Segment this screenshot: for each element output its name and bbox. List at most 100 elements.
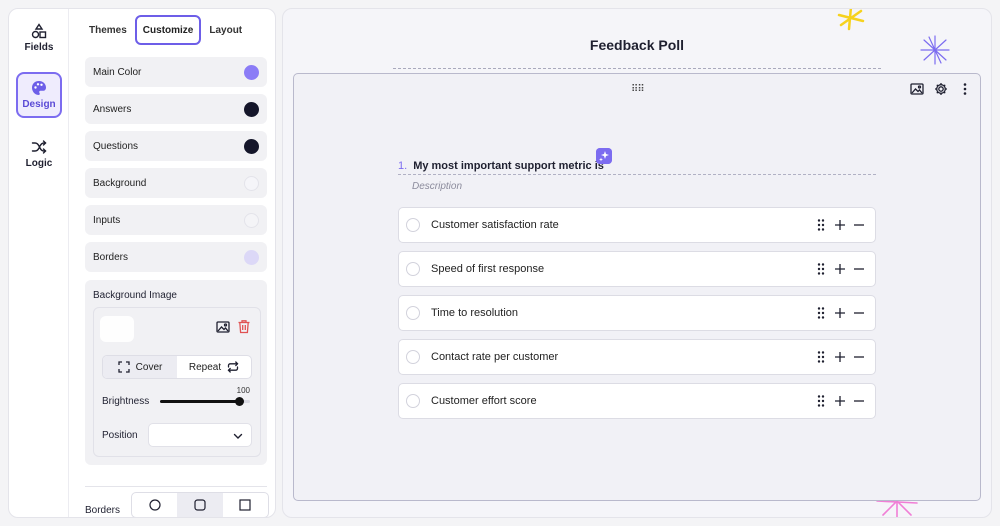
question-title[interactable]: 1. My most important support metric is xyxy=(398,160,604,172)
rail-item-label: Logic xyxy=(25,158,53,169)
inputs-color-row[interactable]: Inputs xyxy=(85,205,267,235)
design-panel: Fields Design Logic Themes Customize Lay… xyxy=(8,8,276,518)
repeat-option[interactable]: Repeat xyxy=(177,356,251,378)
cover-label: Cover xyxy=(135,361,163,373)
plus-icon[interactable] xyxy=(834,394,846,408)
question-underline xyxy=(398,174,876,175)
answers-color-swatch[interactable] xyxy=(244,101,259,117)
background-image-controls: Cover Repeat Brightness 100 Position xyxy=(93,307,261,457)
drag-handle-icon[interactable] xyxy=(815,350,827,364)
sparkle-decoration-icon xyxy=(837,9,865,31)
main-color-row[interactable]: Main Color xyxy=(85,57,267,87)
background-color-swatch[interactable] xyxy=(244,175,259,191)
brightness-slider-fill xyxy=(160,400,239,403)
minus-icon[interactable] xyxy=(853,218,865,232)
brightness-value: 100 xyxy=(236,386,250,395)
minus-icon[interactable] xyxy=(853,306,865,320)
answer-text[interactable]: Customer effort score xyxy=(431,395,537,407)
position-select[interactable] xyxy=(148,423,252,447)
row-label: Borders xyxy=(93,251,129,263)
tab-layout[interactable]: Layout xyxy=(203,15,248,45)
plus-icon[interactable] xyxy=(834,350,846,364)
rail-item-design[interactable]: Design xyxy=(16,72,62,118)
radio-button[interactable] xyxy=(406,262,420,276)
trash-icon[interactable] xyxy=(237,319,251,334)
answer-option[interactable]: Speed of first response xyxy=(398,251,876,287)
background-color-row[interactable]: Background xyxy=(85,168,267,198)
repeat-label: Repeat xyxy=(188,361,222,373)
description-field[interactable]: Description xyxy=(412,181,462,192)
answer-tools xyxy=(815,262,865,276)
questions-color-swatch[interactable] xyxy=(244,138,259,154)
drag-handle-icon[interactable] xyxy=(815,394,827,408)
borders-color-row[interactable]: Borders xyxy=(85,242,267,272)
plus-icon[interactable] xyxy=(834,306,846,320)
plus-icon[interactable] xyxy=(834,218,846,232)
app: Fields Design Logic Themes Customize Lay… xyxy=(0,0,1000,526)
answer-tools xyxy=(815,218,865,232)
answer-option[interactable]: Customer effort score xyxy=(398,383,876,419)
circle-icon xyxy=(149,499,161,511)
answer-option[interactable]: Customer satisfaction rate xyxy=(398,207,876,243)
tab-themes[interactable]: Themes xyxy=(83,15,133,45)
divider xyxy=(85,486,267,487)
border-rounded-option[interactable] xyxy=(177,493,223,517)
border-square-option[interactable] xyxy=(223,493,268,517)
page-title[interactable]: Feedback Poll xyxy=(283,37,991,53)
gear-icon[interactable] xyxy=(934,82,948,96)
borders-style-toggle xyxy=(131,492,269,517)
row-label: Background xyxy=(93,177,147,189)
position-label: Position xyxy=(102,430,138,441)
answer-option[interactable]: Time to resolution xyxy=(398,295,876,331)
background-image-thumbnail[interactable] xyxy=(100,316,134,342)
rail-item-label: Design xyxy=(22,99,56,110)
minus-icon[interactable] xyxy=(853,262,865,276)
drag-handle-icon[interactable] xyxy=(815,306,827,320)
drag-handle-icon[interactable]: ⠿⠿ xyxy=(631,84,645,95)
rounded-square-icon xyxy=(194,499,206,511)
minus-icon[interactable] xyxy=(853,394,865,408)
background-image-title: Background Image xyxy=(93,290,177,301)
border-round-option[interactable] xyxy=(132,493,177,517)
row-label: Answers xyxy=(93,103,132,115)
brightness-label: Brightness xyxy=(102,396,150,407)
drag-handle-icon[interactable] xyxy=(815,262,827,276)
more-vertical-icon[interactable] xyxy=(958,82,972,96)
answer-tools xyxy=(815,306,865,320)
answer-text[interactable]: Time to resolution xyxy=(431,307,518,319)
ai-sparkle-icon[interactable] xyxy=(596,148,612,164)
row-label: Main Color xyxy=(93,66,142,78)
brightness-slider-handle[interactable] xyxy=(235,397,244,406)
answer-text[interactable]: Speed of first response xyxy=(431,263,544,275)
answers-color-row[interactable]: Answers xyxy=(85,94,267,124)
brightness-slider[interactable] xyxy=(160,397,250,406)
radio-button[interactable] xyxy=(406,306,420,320)
borders-color-swatch[interactable] xyxy=(244,249,259,265)
minus-icon[interactable] xyxy=(853,350,865,364)
questions-color-row[interactable]: Questions xyxy=(85,131,267,161)
question-number: 1. xyxy=(398,160,408,172)
drag-handle-icon[interactable] xyxy=(815,218,827,232)
tab-customize[interactable]: Customize xyxy=(134,15,202,45)
answer-option[interactable]: Contact rate per customer xyxy=(398,339,876,375)
answer-text[interactable]: Customer satisfaction rate xyxy=(431,219,559,231)
inputs-color-swatch[interactable] xyxy=(244,212,259,228)
image-icon[interactable] xyxy=(910,82,924,96)
card-toolbar xyxy=(910,82,972,96)
design-tabs: Themes Customize Layout xyxy=(83,15,248,45)
square-icon xyxy=(239,499,251,511)
main-color-swatch[interactable] xyxy=(244,64,259,80)
rail-item-fields[interactable]: Fields xyxy=(16,15,62,61)
rail-item-logic[interactable]: Logic xyxy=(16,131,62,177)
radio-button[interactable] xyxy=(406,394,420,408)
answer-text[interactable]: Contact rate per customer xyxy=(431,351,558,363)
expand-icon xyxy=(118,361,130,373)
plus-icon[interactable] xyxy=(834,262,846,276)
background-image-section: Background Image Cover Repeat Brightness… xyxy=(85,280,267,465)
borders-style-label: Borders xyxy=(85,505,121,516)
cover-option[interactable]: Cover xyxy=(103,356,177,378)
radio-button[interactable] xyxy=(406,218,420,232)
radio-button[interactable] xyxy=(406,350,420,364)
image-icon[interactable] xyxy=(216,320,230,334)
repeat-icon xyxy=(227,361,239,373)
